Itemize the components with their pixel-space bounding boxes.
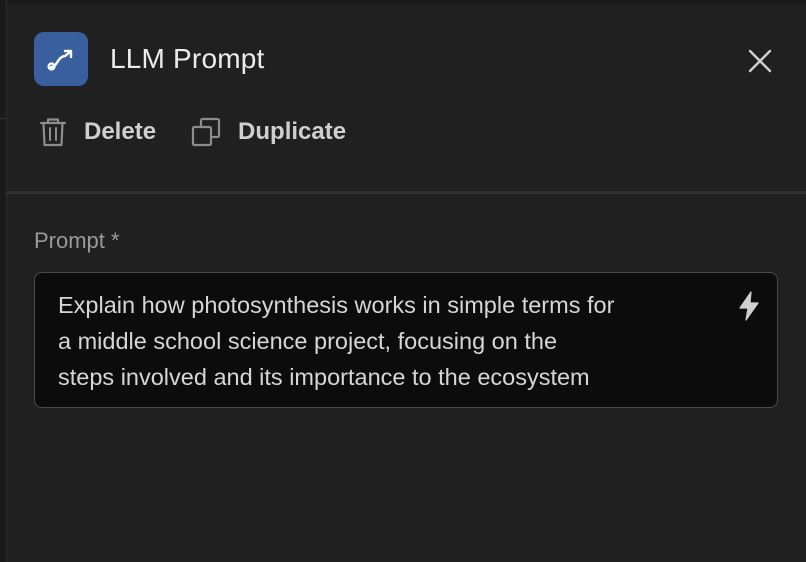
prompt-input-value: Explain how photosynthesis works in simp… <box>58 292 615 390</box>
panel-title: LLM Prompt <box>110 43 265 74</box>
delete-button[interactable]: Delete <box>38 116 156 148</box>
edge-tick <box>0 118 6 119</box>
close-button[interactable] <box>742 43 778 79</box>
copy-icon <box>191 117 221 147</box>
prompt-input[interactable]: Explain how photosynthesis works in simp… <box>34 272 778 408</box>
lightning-icon[interactable] <box>735 289 763 323</box>
prompt-field-label: Prompt * <box>34 228 120 253</box>
close-icon <box>748 49 772 73</box>
left-edge <box>0 0 7 562</box>
duplicate-label: Duplicate <box>238 118 347 145</box>
node-settings-panel: LLM Prompt Delete Duplicate Prompt * Exp… <box>0 0 806 562</box>
action-bar: Delete Duplicate <box>38 112 380 152</box>
section-divider <box>6 191 806 194</box>
duplicate-button[interactable]: Duplicate <box>190 116 346 148</box>
top-edge <box>0 0 806 4</box>
route-icon <box>34 32 88 86</box>
delete-label: Delete <box>84 118 157 145</box>
panel-header: LLM Prompt <box>34 32 265 86</box>
trash-icon <box>39 118 67 147</box>
